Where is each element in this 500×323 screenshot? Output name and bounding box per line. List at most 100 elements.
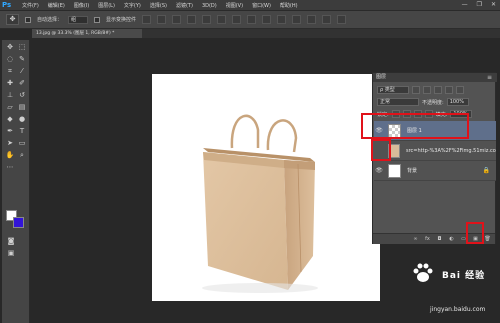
zoom-tool-icon[interactable]: ⌕	[17, 150, 27, 160]
shape-filter-icon[interactable]	[445, 86, 453, 94]
panel-menu-icon[interactable]: ≡	[487, 73, 492, 82]
background-color-swatch[interactable]	[13, 217, 24, 228]
menu-layer[interactable]: 图层(L)	[98, 2, 115, 9]
watermark-url: jingyan.baidu.com	[430, 306, 486, 313]
opacity-label: 不透明度:	[422, 99, 444, 106]
annotation-highlight-new-layer	[466, 222, 484, 244]
layer-row-background[interactable]: 👁 背景 🔒	[374, 161, 496, 181]
pen-tool-icon[interactable]: ✒	[5, 126, 15, 136]
delete-layer-icon[interactable]: 🗑	[484, 236, 491, 242]
menu-file[interactable]: 文件(F)	[22, 2, 39, 9]
eraser-tool-icon[interactable]: ▱	[5, 102, 15, 112]
link-layers-icon[interactable]: ∞	[412, 236, 419, 242]
move-tool-icon[interactable]: ✥	[5, 42, 15, 52]
auto-select-checkbox[interactable]	[25, 16, 31, 23]
align-center-button[interactable]	[202, 15, 212, 24]
toolbox: ✥ ⬚ ◌ ✎ ⌗ ⁄ ✚ ✐ ⊥ ↺ ▱ ▤ ◆ ● ✒ T ➤ ▭ ✋ ⌕ …	[2, 40, 30, 323]
blend-opacity-row: 正常 不透明度: 100%	[377, 97, 469, 107]
lock-icon: 🔒	[482, 167, 490, 174]
opacity-input[interactable]: 100%	[446, 98, 469, 106]
layers-panel-title[interactable]: 图层	[373, 73, 497, 82]
layer-name: 背景	[407, 168, 418, 174]
bag-handle-left	[230, 114, 260, 149]
pixel-filter-icon[interactable]	[412, 86, 420, 94]
history-brush-tool-icon[interactable]: ↺	[17, 90, 27, 100]
crop-tool-icon[interactable]: ⌗	[5, 66, 15, 76]
menu-type[interactable]: 文字(Y)	[124, 2, 141, 9]
layer-row-src-image[interactable]: src=http-%3A%2F%2Fimg.51miz.co...	[374, 141, 496, 161]
layer-name: src=http-%3A%2F%2Fimg.51miz.co...	[405, 147, 496, 154]
show-transform-checkbox[interactable]	[94, 16, 101, 23]
lasso-tool-icon[interactable]: ◌	[5, 54, 15, 64]
kind-filter-dropdown[interactable]: ρ 类型	[377, 86, 409, 94]
brush-tool-icon[interactable]: ✐	[17, 78, 27, 88]
menu-select[interactable]: 选择(S)	[150, 2, 167, 9]
watermark-text: Bai 经验	[442, 271, 486, 281]
align-middle-button[interactable]	[157, 15, 167, 24]
dodge-tool-icon[interactable]: ●	[17, 114, 27, 124]
menu-help[interactable]: 帮助(H)	[280, 2, 298, 9]
blur-tool-icon[interactable]: ◆	[5, 114, 15, 124]
screen-mode-icon[interactable]: ▣	[6, 248, 16, 258]
annotation-highlight-layer-1	[361, 113, 469, 139]
path-select-tool-icon[interactable]: ➤	[5, 138, 15, 148]
3d-mode-button[interactable]	[337, 15, 347, 24]
layer-mask-icon[interactable]: ◘	[436, 236, 443, 242]
photoshop-logo: Ps	[2, 1, 12, 9]
document-tab[interactable]: 13.jpg @ 33.3% (图层 1, RGB/8#) *	[32, 29, 142, 38]
menu-view[interactable]: 视图(V)	[226, 2, 243, 9]
type-tool-icon[interactable]: T	[17, 126, 27, 136]
menu-bar: Ps 文件(F) 编辑(E) 图像(I) 图层(L) 文字(Y) 选择(S) 滤…	[0, 0, 500, 11]
minimize-button[interactable]: —	[462, 1, 468, 8]
menu-items: 文件(F) 编辑(E) 图像(I) 图层(L) 文字(Y) 选择(S) 滤镜(T…	[22, 0, 298, 11]
show-transform-label: 显示变换控件	[106, 17, 137, 23]
menu-edit[interactable]: 编辑(E)	[48, 2, 65, 9]
auto-select-dropdown[interactable]: 组	[68, 15, 89, 24]
extra-tool-icon[interactable]: ⋯	[5, 162, 15, 172]
distribute-bottom-button[interactable]	[262, 15, 272, 24]
gradient-tool-icon[interactable]: ▤	[17, 102, 27, 112]
blend-mode-dropdown[interactable]: 正常	[377, 98, 419, 106]
align-top-button[interactable]	[142, 15, 152, 24]
layer-thumbnail	[388, 163, 401, 178]
type-filter-icon[interactable]	[434, 86, 442, 94]
distribute-center-button[interactable]	[292, 15, 302, 24]
auto-select-label: 自动选择：	[37, 17, 63, 23]
align-right-button[interactable]	[217, 15, 227, 24]
menu-filter[interactable]: 滤镜(T)	[176, 2, 193, 9]
distribute-left-button[interactable]	[277, 15, 287, 24]
smart-object-filter-icon[interactable]	[456, 86, 464, 94]
move-tool-preset-icon[interactable]: ✥	[6, 14, 19, 25]
menu-3d[interactable]: 3D(D)	[202, 3, 217, 9]
quick-mask-icon[interactable]: ◙	[6, 236, 16, 246]
bag-handle-right	[266, 119, 298, 153]
visibility-eye-icon[interactable]: 👁	[374, 161, 384, 181]
layer-style-icon[interactable]: fx	[424, 236, 431, 242]
restore-button[interactable]: ❐	[477, 1, 482, 8]
close-button[interactable]: ✕	[491, 1, 496, 8]
distribute-middle-button[interactable]	[247, 15, 257, 24]
align-left-button[interactable]	[187, 15, 197, 24]
options-bar: ✥ 自动选择： 组 显示变换控件	[0, 11, 500, 29]
bag-front-face	[203, 152, 288, 290]
paper-bag-image	[202, 114, 318, 293]
distribute-right-button[interactable]	[307, 15, 317, 24]
align-bottom-button[interactable]	[172, 15, 182, 24]
distribute-top-button[interactable]	[232, 15, 242, 24]
layer-filter-row: ρ 类型	[377, 85, 464, 95]
window-controls: — ❐ ✕	[462, 1, 496, 8]
clone-stamp-tool-icon[interactable]: ⊥	[5, 90, 15, 100]
healing-brush-tool-icon[interactable]: ✚	[5, 78, 15, 88]
marquee-tool-icon[interactable]: ⬚	[17, 42, 27, 52]
hand-tool-icon[interactable]: ✋	[5, 150, 15, 160]
quick-select-tool-icon[interactable]: ✎	[17, 54, 27, 64]
shape-tool-icon[interactable]: ▭	[17, 138, 27, 148]
annotation-highlight-visibility	[371, 139, 391, 161]
menu-window[interactable]: 窗口(W)	[252, 2, 271, 9]
baidu-paw-icon	[413, 263, 433, 282]
auto-align-button[interactable]	[322, 15, 332, 24]
adjustment-layer-icon[interactable]: ◐	[448, 236, 455, 242]
menu-image[interactable]: 图像(I)	[74, 2, 89, 9]
adjustment-filter-icon[interactable]	[423, 86, 431, 94]
eyedropper-tool-icon[interactable]: ⁄	[17, 66, 27, 76]
